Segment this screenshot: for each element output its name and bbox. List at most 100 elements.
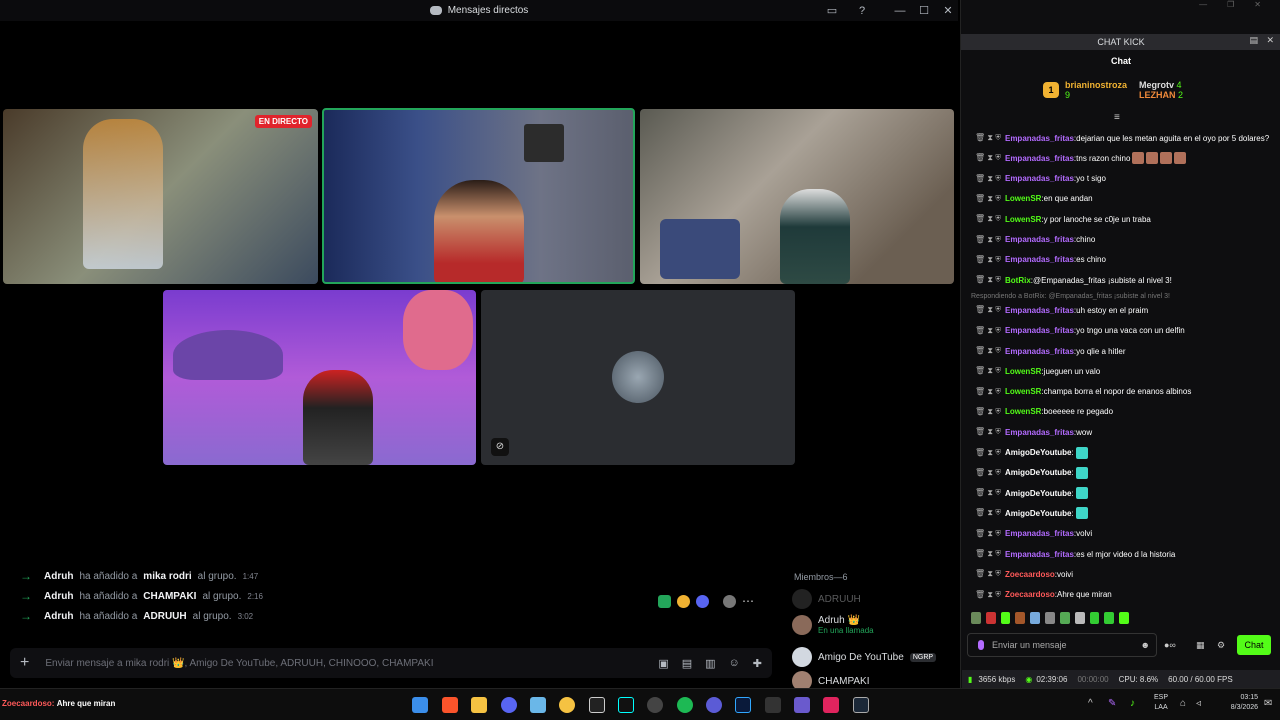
chat-username[interactable]: Empanadas_fritas [1005,326,1074,335]
moderation-icons[interactable]: 🗑 ⧗ ⛨ [975,346,1001,356]
moderation-icons[interactable]: 🗑 ⧗ ⛨ [975,275,1001,285]
video-tile-streamer-4[interactable] [163,290,476,465]
notifications-icon[interactable]: ✉ [1264,698,1272,709]
app-icon[interactable] [794,697,810,713]
close-button[interactable]: ✕ [1254,0,1261,14]
chat-username[interactable]: Empanadas_fritas [1005,235,1074,244]
moderation-icons[interactable]: 🗑 ⧗ ⛨ [975,174,1001,184]
tiktok-live-icon[interactable] [823,697,839,713]
moderation-icons[interactable]: 🗑 ⧗ ⛨ [975,549,1001,559]
moderation-icons[interactable]: 🗑 ⧗ ⛨ [975,427,1001,437]
emoji-picker-icon[interactable]: ☺ [729,657,740,670]
moderation-icons[interactable]: 🗑 ⧗ ⛨ [975,326,1001,336]
chat-tab[interactable]: Chat [961,56,1280,66]
chat-username[interactable]: Empanadas_fritas [1005,306,1074,315]
gift-icon[interactable]: ▣ [658,657,668,670]
chat-username[interactable]: Empanadas_fritas [1005,255,1074,264]
chevron-up-icon[interactable]: ^ [1088,698,1093,709]
chat-username[interactable]: AmigoDeYoutube [1005,468,1072,477]
apps-icon[interactable]: ✚ [753,657,762,670]
chat-username[interactable]: Empanadas_fritas [1005,347,1074,356]
chat-message[interactable]: 🗑 ⧗ ⛨ LowenSR: champa borra el nopor de e… [975,383,1191,401]
chat-message[interactable]: 🗑 ⧗ ⛨ LowenSR: boeeeee re pegado [975,403,1113,421]
tray-icon[interactable]: ✎ [1108,698,1116,709]
mic-icon[interactable]: ♪ [1130,698,1135,709]
moderation-icons[interactable]: 🗑 ⧗ ⛨ [975,305,1001,315]
moderation-icons[interactable]: 🗑 ⧗ ⛨ [975,468,1001,478]
close-icon[interactable]: ✕ [1266,35,1274,46]
chat-username[interactable]: Zoecaardoso [1005,570,1055,579]
app-icon[interactable] [559,697,575,713]
moderation-icons[interactable]: 🗑 ⧗ ⛨ [975,194,1001,204]
moderation-icons[interactable]: 🗑 ⧗ ⛨ [975,590,1001,600]
chat-username[interactable]: AmigoDeYoutube [1005,509,1072,518]
chat-username[interactable]: Empanadas_fritas [1005,174,1074,183]
chat-username[interactable]: Empanadas_fritas [1005,550,1074,559]
obs-icon[interactable] [647,697,663,713]
chat-message[interactable]: 🗑 ⧗ ⛨ BotRix: @Empanadas_fritas ¡subiste … [975,271,1172,289]
chat-message[interactable]: 🗑 ⧗ ⛨ AmigoDeYoutube: [975,484,1088,502]
nitro-icon[interactable] [696,594,709,608]
chat-username[interactable]: Zoecaardoso [1005,590,1055,599]
tiktok-icon[interactable] [618,697,634,713]
moderation-icons[interactable]: 🗑 ⧗ ⛨ [975,488,1001,498]
chat-username[interactable]: LowenSR [1005,194,1041,203]
moderation-icons[interactable]: 🗑 ⧗ ⛨ [975,569,1001,579]
video-tile-camera-off[interactable]: ⊘ [481,290,795,465]
emoji-icon[interactable] [677,594,690,608]
add-reaction-icon[interactable] [723,594,736,608]
add-attachment-icon[interactable]: + [20,654,29,672]
chat-username[interactable]: LowenSR [1005,215,1041,224]
chat-message[interactable]: 🗑 ⧗ ⛨ LowenSR: y por lanoche se c0je un t… [975,210,1151,228]
chat-message[interactable]: 🗑 ⧗ ⛨ Empanadas_fritas: volvi [975,525,1092,543]
steam-icon[interactable] [853,697,869,713]
emoji-icon[interactable]: ☻ [1141,640,1150,650]
mic-icon[interactable] [978,640,984,650]
chat-username[interactable]: LowenSR [1005,387,1041,396]
network-icon[interactable]: ⌂ [1180,698,1186,709]
clock[interactable]: 03:15 8/3/2026 [1218,693,1258,713]
chat-message[interactable]: 🗑 ⧗ ⛨ AmigoDeYoutube: [975,504,1088,522]
maximize-button[interactable]: ☐ [912,0,936,21]
photoshop-icon[interactable] [735,697,751,713]
video-tile-speaking[interactable] [322,108,635,284]
check-icon[interactable] [658,594,671,608]
capcut-icon[interactable] [589,697,605,713]
chat-username[interactable]: AmigoDeYoutube [1005,448,1072,457]
moderation-icons[interactable]: 🗑 ⧗ ⛨ [975,387,1001,397]
file-explorer-icon[interactable] [471,697,487,713]
chat-input[interactable]: Enviar un mensaje ☻ [967,633,1157,657]
chat-message[interactable]: 🗑 ⧗ ⛨ Zoecaardoso: voivi [975,565,1073,583]
help-icon[interactable]: ? [850,0,874,21]
member-item[interactable]: ADRUUH [792,588,861,610]
moderation-icons[interactable]: 🗑 ⧗ ⛨ [975,153,1001,163]
app-icon[interactable] [706,697,722,713]
moderation-icons[interactable]: 🗑 ⧗ ⛨ [975,508,1001,518]
moderation-icons[interactable]: 🗑 ⧗ ⛨ [975,235,1001,245]
emote-bar[interactable] [969,612,1129,626]
moderation-icons[interactable]: 🗑 ⧗ ⛨ [975,214,1001,224]
chat-message[interactable]: 🗑 ⧗ ⛨ Empanadas_fritas: tns razon chino [975,149,1187,167]
chat-message[interactable]: 🗑 ⧗ ⛨ Empanadas_fritas: yo tngo una vaca … [975,322,1185,340]
windows-start-icon[interactable] [412,697,428,713]
chat-username[interactable]: Empanadas_fritas [1005,428,1074,437]
member-item[interactable]: Amigo De YouTube NGRP [792,646,937,668]
chat-message[interactable]: 🗑 ⧗ ⛨ AmigoDeYoutube: [975,464,1088,482]
chat-username[interactable]: AmigoDeYoutube [1005,489,1072,498]
maximize-button[interactable]: ❐ [1227,0,1234,14]
chat-message[interactable]: 🗑 ⧗ ⛨ Empanadas_fritas: dejarian que les … [975,129,1269,147]
message-input[interactable]: + Enviar mensaje a mika rodri 👑, Amigo D… [10,648,772,678]
chat-username[interactable]: LowenSR [1005,367,1041,376]
pin-icon[interactable]: ▤ [1249,35,1258,46]
sticker-icon[interactable]: ▥ [705,657,715,670]
chat-send-button[interactable]: Chat [1237,635,1271,655]
chat-message[interactable]: 🗑 ⧗ ⛨ LowenSR: jueguen un valo [975,362,1100,380]
settings-icon[interactable]: ⚙ [1217,640,1225,651]
video-tile-streamer-1[interactable]: EN DIRECTO [3,109,318,284]
close-button[interactable]: ✕ [936,0,960,21]
moderation-icons[interactable]: 🗑 ⧗ ⛨ [975,529,1001,539]
gif-icon[interactable]: ▤ [682,657,692,670]
moderation-icons[interactable]: 🗑 ⧗ ⛨ [975,133,1001,143]
spotify-icon[interactable] [677,697,693,713]
more-icon[interactable]: ⋯ [742,594,754,608]
